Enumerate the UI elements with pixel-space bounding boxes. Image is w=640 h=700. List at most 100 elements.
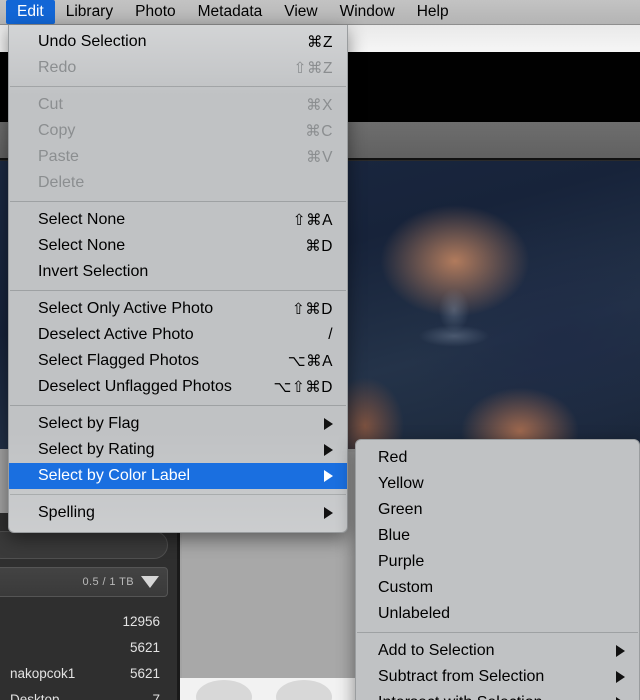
menu-item-blue[interactable]: Blue xyxy=(356,523,639,549)
menu-item-label: Invert Selection xyxy=(38,263,149,280)
volume-capacity-bar[interactable]: 0.5 / 1 TB xyxy=(0,567,168,597)
menu-item-label: Delete xyxy=(38,174,85,191)
menu-separator xyxy=(10,290,346,291)
menubar-item-photo[interactable]: Photo xyxy=(124,0,187,24)
folder-row[interactable]: 12956 xyxy=(0,608,168,634)
menu-item-red[interactable]: Red xyxy=(356,445,639,471)
color-label-submenu: Red Yellow Green Blue Purple Custom Unlabeled A… xyxy=(355,439,640,700)
menu-item-shortcut: ⌥⌘A xyxy=(287,352,333,370)
menu-item-subtract-from-selection[interactable]: Subtract from Selection xyxy=(356,664,639,690)
menu-item-shortcut: ⇧⌘D xyxy=(291,300,333,318)
menu-item-label: Purple xyxy=(378,553,425,570)
menu-item-label: Deselect Active Photo xyxy=(38,326,194,343)
chevron-down-icon[interactable] xyxy=(141,576,159,588)
folder-name: nakopcok1 xyxy=(10,665,76,681)
menu-item-copy: Copy ⌘C xyxy=(9,118,347,144)
glass-foot xyxy=(405,321,503,351)
menu-item-shortcut: ⇧⌘A xyxy=(292,211,333,229)
menu-item-select-none[interactable]: Select None ⌘D xyxy=(9,233,347,259)
submenu-arrow-icon xyxy=(324,507,333,519)
menu-item-label: Cut xyxy=(38,96,63,113)
menu-item-label: Red xyxy=(378,449,408,466)
edit-dropdown-menu: Undo Selection ⌘Z Redo ⇧⌘Z Cut ⌘X Copy ⌘C Paste ⌘… xyxy=(8,25,348,533)
folder-row[interactable]: 5621 xyxy=(0,634,168,660)
menu-separator xyxy=(10,201,346,202)
screen: 0.5 / 1 TB 12956 5621 nakopcok1 5621 Des… xyxy=(0,0,640,700)
menu-item-deselect-unflagged-photos[interactable]: Deselect Unflagged Photos ⌥⇧⌘D xyxy=(9,374,347,400)
menu-item-label: Select by Rating xyxy=(38,441,155,458)
menu-item-shortcut: ⌘D xyxy=(305,237,333,255)
menu-bar: Edit Library Photo Metadata View Window Help xyxy=(0,0,640,25)
folders-panel: 0.5 / 1 TB 12956 5621 nakopcok1 5621 Des… xyxy=(0,513,180,700)
menu-item-label: Add to Selection xyxy=(378,642,495,659)
menu-item-label: Select None xyxy=(38,211,126,228)
menu-item-label: Paste xyxy=(38,148,79,165)
menu-item-select-by-flag[interactable]: Select by Flag xyxy=(9,411,347,437)
menu-item-undo-selection[interactable]: Undo Selection ⌘Z xyxy=(9,29,347,55)
menu-item-invert-selection[interactable]: Invert Selection xyxy=(9,259,347,285)
menu-item-custom[interactable]: Custom xyxy=(356,575,639,601)
menu-item-shortcut: ⌘C xyxy=(305,122,333,140)
folder-name: Desktop xyxy=(10,691,60,700)
submenu-arrow-icon xyxy=(324,470,333,482)
submenu-arrow-icon xyxy=(616,671,625,683)
menu-item-unlabeled[interactable]: Unlabeled xyxy=(356,601,639,627)
menu-item-intersect-with-selection[interactable]: Intersect with Selection xyxy=(356,690,639,700)
menu-item-select-none[interactable]: Select None ⇧⌘A xyxy=(9,207,347,233)
folder-row[interactable]: Desktop 7 xyxy=(0,686,168,700)
menu-separator xyxy=(10,405,346,406)
menu-item-label: Undo Selection xyxy=(38,33,147,50)
menubar-item-edit[interactable]: Edit xyxy=(6,0,55,24)
menu-separator xyxy=(357,632,638,633)
folder-count: 7 xyxy=(152,691,160,700)
volume-capacity-label: 0.5 / 1 TB xyxy=(82,576,134,588)
menu-item-deselect-active-photo[interactable]: Deselect Active Photo / xyxy=(9,322,347,348)
menu-separator xyxy=(10,86,346,87)
menu-item-delete: Delete xyxy=(9,170,347,196)
menubar-item-metadata[interactable]: Metadata xyxy=(187,0,274,24)
menu-item-shortcut: ⌘Z xyxy=(307,33,333,51)
menu-item-label: Redo xyxy=(38,59,77,76)
folder-count: 5621 xyxy=(129,639,160,655)
folder-count: 5621 xyxy=(129,665,160,681)
menu-item-label: Select Only Active Photo xyxy=(38,300,214,317)
folder-row[interactable]: nakopcok1 5621 xyxy=(0,660,168,686)
menu-item-purple[interactable]: Purple xyxy=(356,549,639,575)
menu-item-label: Blue xyxy=(378,527,411,544)
menu-item-add-to-selection[interactable]: Add to Selection xyxy=(356,638,639,664)
menu-item-select-flagged-photos[interactable]: Select Flagged Photos ⌥⌘A xyxy=(9,348,347,374)
bottom-blob xyxy=(276,680,332,700)
menu-item-green[interactable]: Green xyxy=(356,497,639,523)
menu-item-yellow[interactable]: Yellow xyxy=(356,471,639,497)
menu-item-spelling[interactable]: Spelling xyxy=(9,500,347,526)
menu-item-shortcut: ⌘V xyxy=(306,148,333,166)
menu-item-shortcut: ⌘X xyxy=(306,96,333,114)
menubar-item-library[interactable]: Library xyxy=(55,0,124,24)
menu-item-select-only-active-photo[interactable]: Select Only Active Photo ⇧⌘D xyxy=(9,296,347,322)
menu-item-label: Deselect Unflagged Photos xyxy=(38,378,232,395)
menu-item-select-by-rating[interactable]: Select by Rating xyxy=(9,437,347,463)
menu-item-shortcut: ⌥⇧⌘D xyxy=(273,378,333,396)
menu-item-select-by-color-label[interactable]: Select by Color Label xyxy=(9,463,347,489)
folder-count: 12956 xyxy=(122,613,160,629)
menu-item-label: Custom xyxy=(378,579,434,596)
menu-item-label: Green xyxy=(378,501,423,518)
menubar-item-view[interactable]: View xyxy=(273,0,328,24)
submenu-arrow-icon xyxy=(616,645,625,657)
menu-item-shortcut: ⇧⌘Z xyxy=(293,59,333,77)
menubar-item-help[interactable]: Help xyxy=(406,0,460,24)
menu-item-cut: Cut ⌘X xyxy=(9,92,347,118)
menu-item-label: Select None xyxy=(38,237,126,254)
search-input[interactable] xyxy=(0,531,168,559)
menu-item-label: Subtract from Selection xyxy=(378,668,545,685)
menu-item-label: Select Flagged Photos xyxy=(38,352,199,369)
menu-item-paste: Paste ⌘V xyxy=(9,144,347,170)
menu-item-label: Select by Color Label xyxy=(38,467,191,484)
bottom-blob xyxy=(196,680,252,700)
menu-item-label: Spelling xyxy=(38,504,95,521)
menu-item-shortcut: / xyxy=(328,326,333,343)
menubar-item-window[interactable]: Window xyxy=(329,0,406,24)
menu-item-label: Yellow xyxy=(378,475,424,492)
menu-item-redo: Redo ⇧⌘Z xyxy=(9,55,347,81)
menu-item-label: Intersect with Selection xyxy=(378,694,616,700)
